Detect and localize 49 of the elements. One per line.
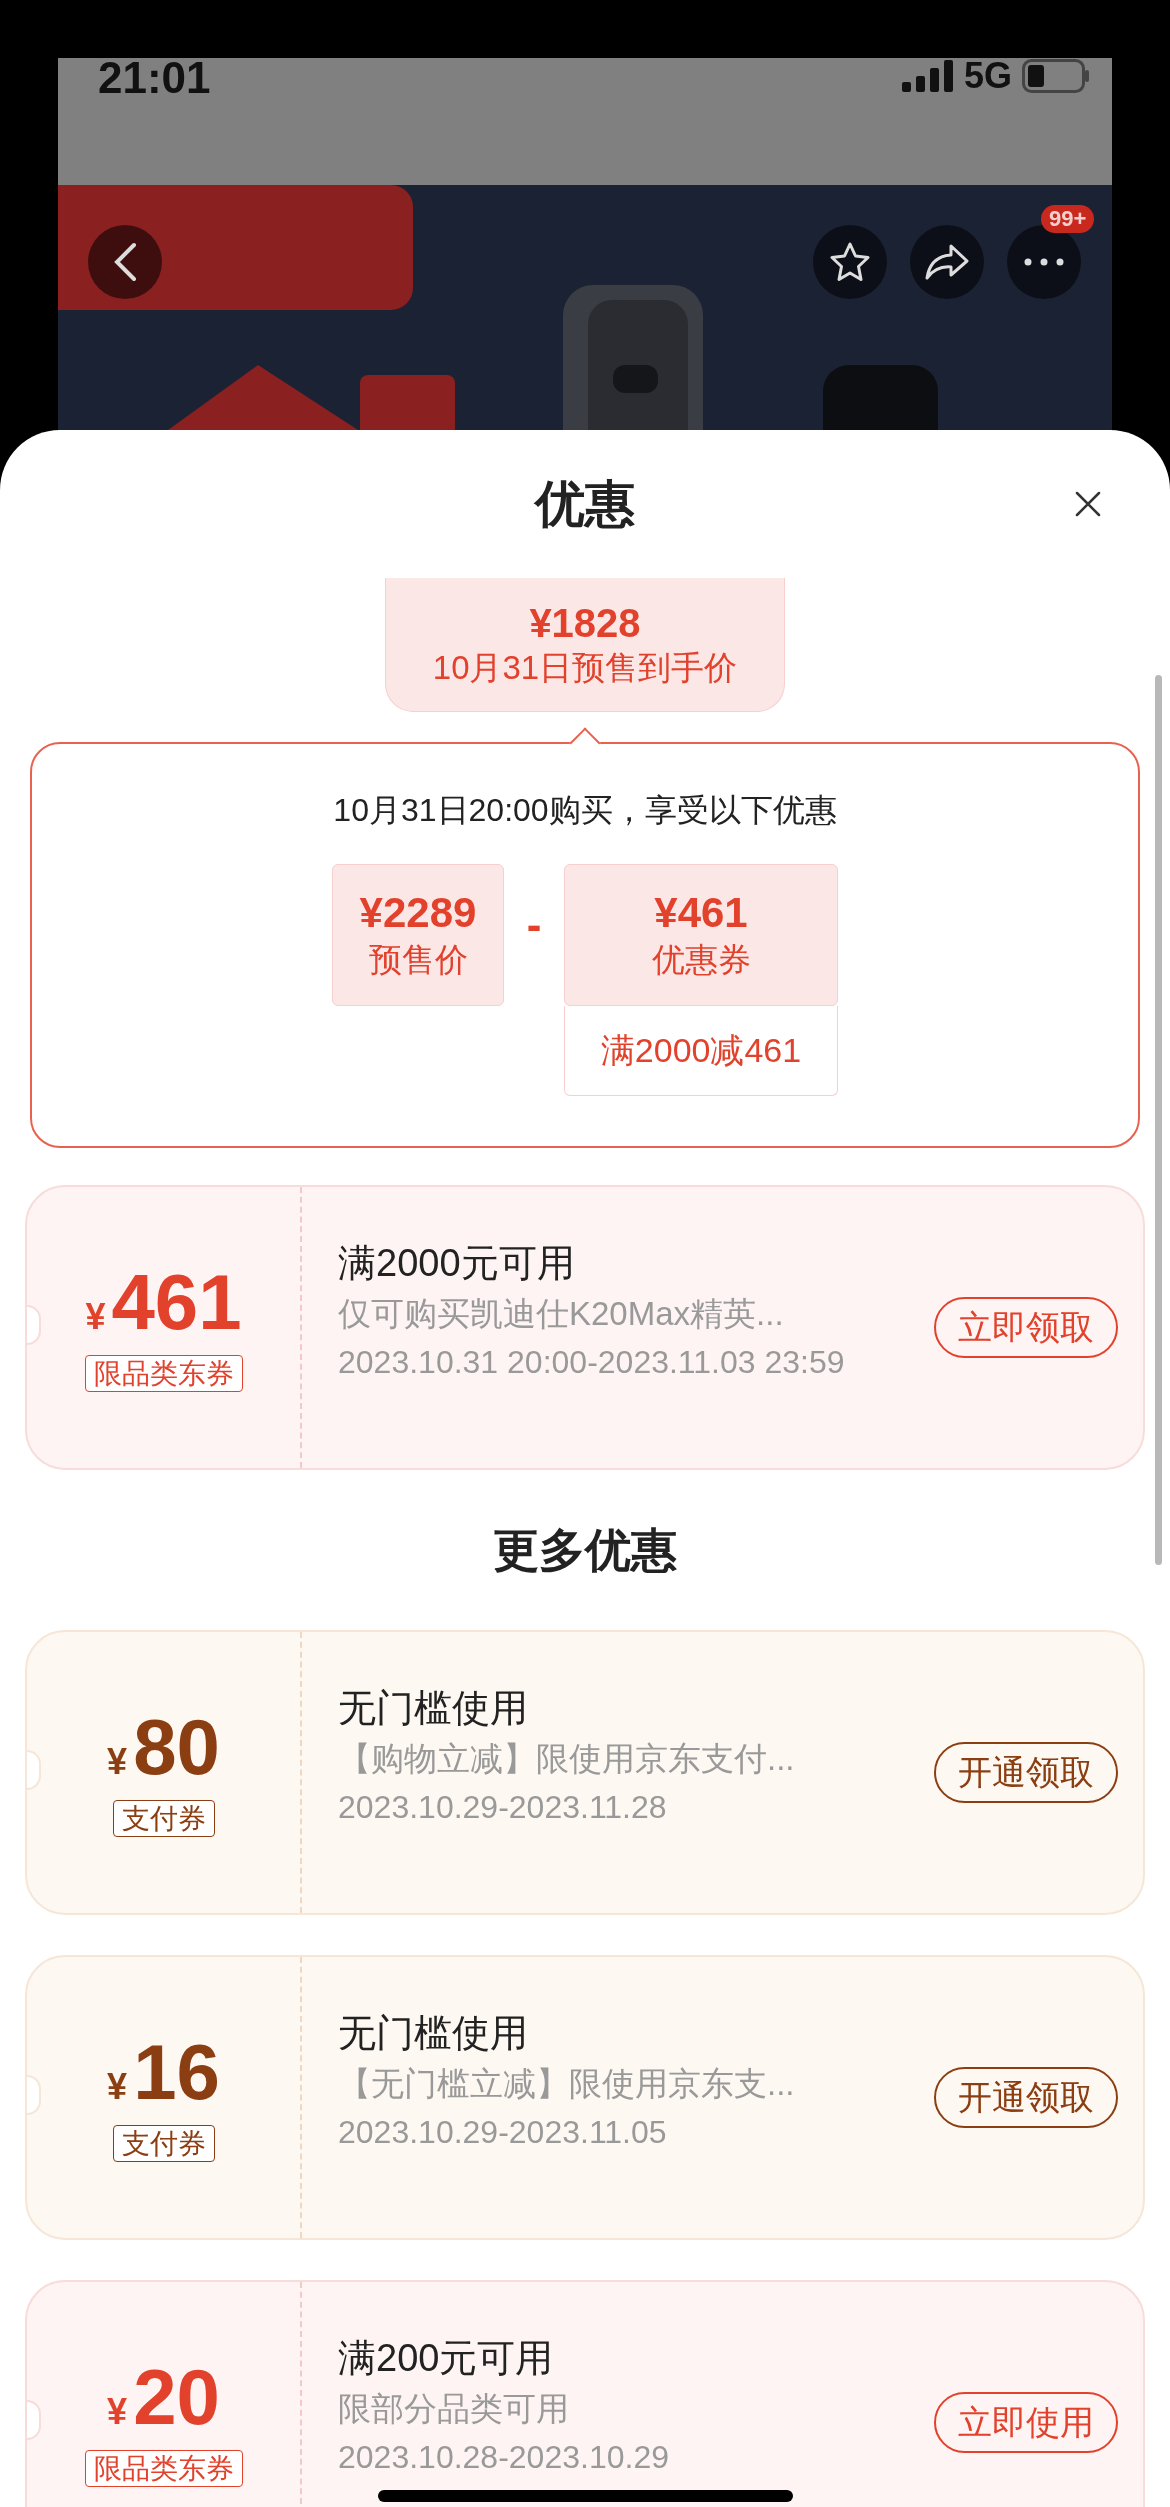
battery-icon [1022,59,1090,93]
currency-symbol: ¥ [107,1743,128,1780]
coupon-condition: 满2000减461 [564,1006,838,1096]
network-label: 5G [963,58,1012,94]
more-icon [1024,258,1064,266]
coupon-validity: 2023.10.29-2023.11.05 [338,2112,668,2152]
coupon-type-tag: 支付券 [112,2124,215,2163]
currency-symbol: ¥ [107,2393,128,2430]
coupon-amount: 16 [133,2032,220,2111]
currency-symbol: ¥ [85,1298,106,1335]
coupon-amount: 80 [133,1707,220,1786]
coupon-title: 满2000元可用 [338,1241,576,1286]
coupon-type-tag: 限品类东券 [84,2449,243,2488]
coupon-description: 【无门槛立减】限使用京东支... [338,2064,796,2105]
claim-button[interactable]: 开通领取 [933,1742,1118,1803]
coupon-title: 无门槛使用 [338,1686,529,1731]
final-price: ¥1828 [529,600,641,648]
coupon-validity: 2023.10.31 20:00-2023.11.03 23:59 [338,1342,846,1382]
coupon-value: ¥461 [654,888,748,939]
final-price-label: 10月31日预售到手价 [432,648,738,689]
signal-icon [901,60,954,92]
breakdown-heading: 10月31日20:00购买，享受以下优惠 [332,791,838,830]
claim-button[interactable]: 立即使用 [933,2392,1118,2453]
coupon-amount: 461 [111,1262,242,1341]
coupon-description: 仅可购买凯迪仕K20Max精英... [338,1294,785,1335]
claim-button[interactable]: 立即领取 [933,1297,1118,1358]
minus-sign: - [525,899,543,951]
coupon-title: 无门槛使用 [338,2011,529,2056]
star-icon [828,241,872,283]
coupon-type-tag: 限品类东券 [84,1354,243,1393]
section-heading: 更多优惠 [492,1522,678,1578]
coupon-description: 【购物立减】限使用京东支付... [338,1739,796,1780]
coupon-type-tag: 支付券 [112,1799,215,1838]
back-icon [112,242,138,282]
coupon-description: 限部分品类可用 [338,2389,570,2430]
coupon-validity: 2023.10.28-2023.10.29 [338,2437,670,2477]
currency-symbol: ¥ [107,2068,128,2105]
coupon-label: 优惠券 [651,939,751,980]
share-icon [924,243,970,281]
coupon-validity: 2023.10.29-2023.11.28 [338,1787,668,1827]
presale-price: ¥2289 [359,888,477,939]
close-icon [1074,490,1102,518]
coupon-title: 满200元可用 [338,2336,555,2381]
claim-button[interactable]: 开通领取 [933,2067,1118,2128]
sheet-title: 优惠 [535,474,635,534]
presale-label: 预售价 [368,939,468,980]
status-time: 21:01 [98,56,211,100]
coupon-amount: 20 [133,2357,220,2436]
notification-badge: 99+ [1041,205,1095,234]
